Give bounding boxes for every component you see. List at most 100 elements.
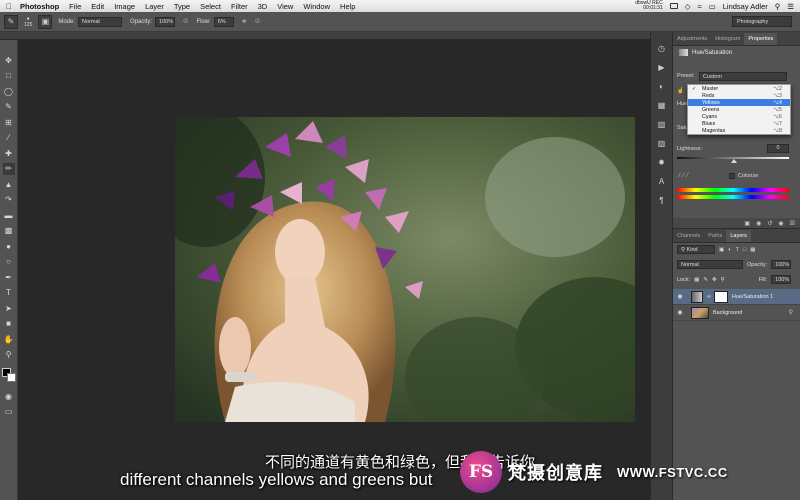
- fill-input[interactable]: 100%: [771, 275, 792, 284]
- zoom-tool-icon[interactable]: ⚲: [3, 349, 15, 361]
- user-name[interactable]: Lindsay Adler: [723, 2, 768, 11]
- blur-tool-icon[interactable]: ●: [3, 240, 15, 252]
- actions-panel-icon[interactable]: ▶: [656, 61, 668, 73]
- menu-image[interactable]: Image: [114, 2, 135, 11]
- lasso-tool-icon[interactable]: ◯: [3, 85, 15, 97]
- channel-item-magentas[interactable]: Magentas ⌥8: [688, 127, 790, 134]
- path-select-tool-icon[interactable]: ➤: [3, 302, 15, 314]
- eyedropper-tools[interactable]: ⁄⁄⁄: [679, 173, 691, 179]
- layer-row-hue-saturation[interactable]: ◉ ∞ Hue/Saturation 1: [673, 289, 800, 305]
- menu-3d[interactable]: 3D: [258, 2, 268, 11]
- channel-item-yellows[interactable]: Yellows ⌥4: [688, 99, 790, 106]
- gradient-tool-icon[interactable]: ▩: [3, 225, 15, 237]
- history-brush-tool-icon[interactable]: ↷: [3, 194, 15, 206]
- pressure-opacity-icon[interactable]: ☉: [183, 18, 188, 25]
- tab-channels[interactable]: Channels: [673, 230, 704, 242]
- canvas-area[interactable]: [18, 40, 650, 500]
- tab-properties[interactable]: Properties: [744, 33, 778, 45]
- brush-panel-icon[interactable]: ✹: [656, 156, 668, 168]
- delete-icon[interactable]: ☒: [790, 220, 795, 227]
- filter-adjust-icon[interactable]: ◐: [728, 247, 731, 253]
- visibility-icon[interactable]: ◉: [778, 220, 783, 227]
- clone-stamp-tool-icon[interactable]: ▲: [3, 178, 15, 190]
- lightness-slider-thumb[interactable]: [731, 159, 737, 163]
- chain-icon[interactable]: ∞: [707, 294, 711, 300]
- eyedropper-tool-icon[interactable]: ⁄: [3, 132, 15, 144]
- menu-layer[interactable]: Layer: [145, 2, 164, 11]
- menu-window[interactable]: Window: [303, 2, 330, 11]
- reset-icon[interactable]: ↺: [767, 220, 772, 227]
- preset-select[interactable]: Custom: [699, 72, 787, 81]
- channel-item-greens[interactable]: Greens ⌥5: [688, 106, 790, 113]
- healing-tool-icon[interactable]: ✚: [3, 147, 15, 159]
- pen-tool-icon[interactable]: ✒: [3, 271, 15, 283]
- move-tool-icon[interactable]: ✥: [3, 54, 15, 66]
- paragraph-panel-icon[interactable]: ¶: [656, 194, 668, 206]
- quick-select-tool-icon[interactable]: ✎: [3, 101, 15, 113]
- hand-tool-icon[interactable]: ✋: [3, 333, 15, 345]
- color-panel-icon[interactable]: ▦: [656, 99, 668, 111]
- lock-pixels-icon[interactable]: ▦: [694, 277, 699, 283]
- character-panel-icon[interactable]: A: [656, 175, 668, 187]
- layer-row-background[interactable]: ◉ Background ⚲: [673, 305, 800, 321]
- brush-panel-button[interactable]: ▣: [38, 14, 53, 29]
- marquee-tool-icon[interactable]: □: [3, 70, 15, 82]
- filter-smart-icon[interactable]: ▦: [750, 247, 755, 253]
- filter-pixel-icon[interactable]: ▣: [719, 247, 724, 253]
- opacity-input[interactable]: 100%: [155, 16, 176, 27]
- background-color[interactable]: [6, 373, 16, 382]
- channel-dropdown-list[interactable]: ✓ Master ⌥2 Reds ⌥3 Yellows ⌥4 Greens ⌥5 Cyan…: [687, 84, 791, 135]
- brush-tool-icon[interactable]: ✏: [2, 162, 15, 175]
- tab-adjustments[interactable]: Adjustments: [673, 33, 711, 45]
- search-icon[interactable]: ⚲: [775, 2, 781, 11]
- filter-type-icon[interactable]: T: [736, 247, 739, 253]
- layer-kind-filter[interactable]: ⚲ Kind: [677, 245, 715, 254]
- color-swatches[interactable]: [1, 368, 16, 382]
- visibility-eye-icon[interactable]: ◉: [673, 293, 687, 300]
- tool-preset-button[interactable]: ✎: [4, 14, 18, 29]
- menu-type[interactable]: Type: [174, 2, 190, 11]
- notification-icon[interactable]: ☰: [787, 2, 794, 11]
- layer-opacity-input[interactable]: 100%: [771, 260, 792, 269]
- quick-mask-icon[interactable]: ◉: [3, 390, 15, 402]
- adjustments-panel-icon[interactable]: ◐: [656, 80, 668, 92]
- menu-edit[interactable]: Edit: [91, 2, 104, 11]
- lightness-input[interactable]: 0: [767, 144, 789, 153]
- screen-icon[interactable]: [669, 3, 678, 9]
- document-photo[interactable]: [175, 117, 635, 422]
- history-panel-icon[interactable]: ◷: [656, 42, 668, 54]
- menu-help[interactable]: Help: [340, 2, 355, 11]
- app-menu[interactable]: Photoshop: [20, 2, 59, 11]
- apple-menu-icon[interactable]: : [6, 2, 12, 11]
- eraser-tool-icon[interactable]: ▬: [3, 209, 15, 221]
- channel-item-master[interactable]: ✓ Master ⌥2: [688, 85, 790, 92]
- shape-tool-icon[interactable]: ■: [3, 318, 15, 330]
- swatches-panel-icon[interactable]: ▧: [656, 118, 668, 130]
- type-tool-icon[interactable]: T: [3, 287, 15, 299]
- pressure-size-icon[interactable]: ☉: [255, 18, 260, 25]
- channel-item-reds[interactable]: Reds ⌥3: [688, 92, 790, 99]
- tab-paths[interactable]: Paths: [704, 230, 726, 242]
- wifi-icon[interactable]: ≈: [698, 2, 702, 11]
- brush-preset-picker[interactable]: ● 125: [24, 16, 32, 28]
- clip-to-layer-icon[interactable]: ▣: [744, 220, 750, 227]
- view-previous-icon[interactable]: ◉: [756, 220, 761, 227]
- colorize-checkbox[interactable]: Colorize: [729, 173, 758, 179]
- channel-item-cyans[interactable]: Cyans ⌥6: [688, 113, 790, 120]
- dodge-tool-icon[interactable]: ○: [3, 256, 15, 268]
- layer-mask-thumbnail[interactable]: [713, 290, 728, 303]
- menu-select[interactable]: Select: [200, 2, 221, 11]
- flow-input[interactable]: 6%: [213, 16, 234, 27]
- lock-paint-icon[interactable]: ✎: [703, 277, 708, 283]
- mode-select[interactable]: Normal: [78, 16, 123, 27]
- menu-filter[interactable]: Filter: [231, 2, 248, 11]
- menu-file[interactable]: File: [69, 2, 81, 11]
- channel-item-blues[interactable]: Blues ⌥7: [688, 120, 790, 127]
- blend-mode-select[interactable]: Normal: [677, 260, 743, 269]
- tab-layers[interactable]: Layers: [726, 230, 751, 242]
- styles-panel-icon[interactable]: ▨: [656, 137, 668, 149]
- airbrush-icon[interactable]: ✯: [242, 18, 247, 25]
- target-adjust-icon[interactable]: ☝: [677, 88, 684, 94]
- menu-view[interactable]: View: [277, 2, 293, 11]
- lock-all-icon[interactable]: ⚲: [721, 277, 725, 283]
